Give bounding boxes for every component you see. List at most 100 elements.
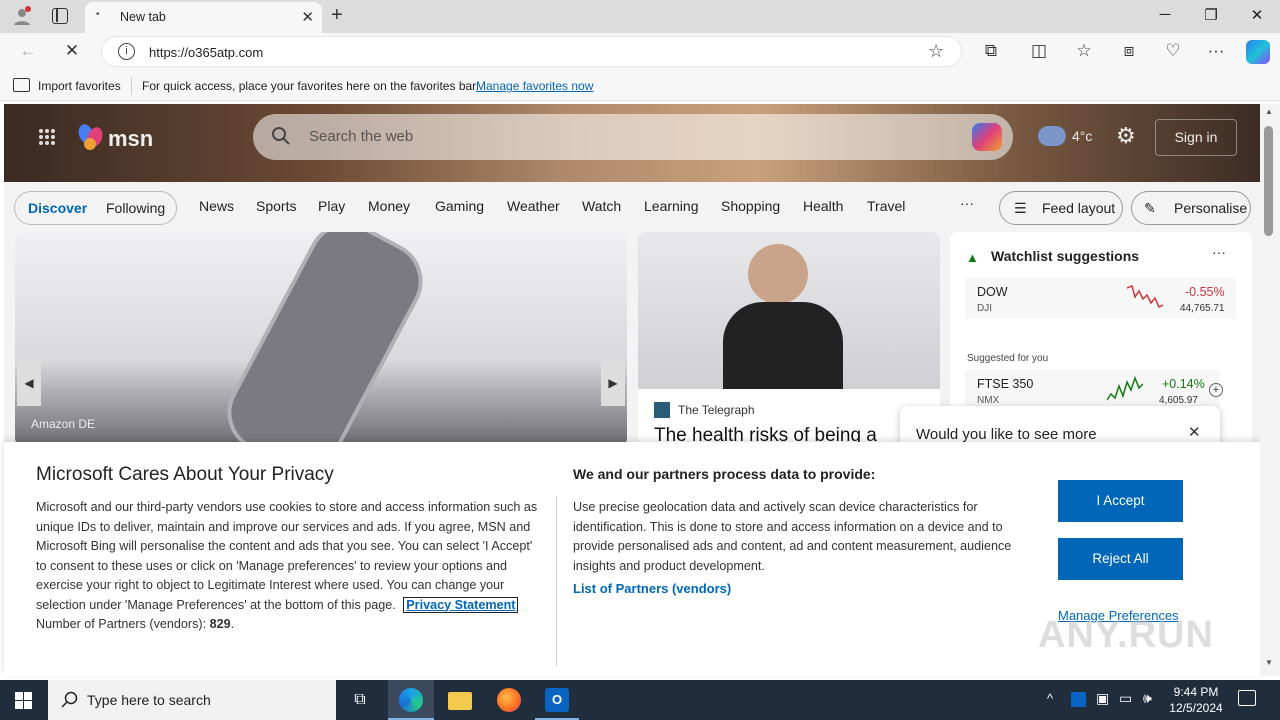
watermark-logo: ANY.RUN bbox=[1038, 614, 1214, 656]
nav-gaming[interactable]: Gaming bbox=[435, 198, 484, 214]
copilot-search-icon[interactable] bbox=[972, 123, 1002, 151]
tab-close-icon[interactable]: ✕ bbox=[301, 8, 314, 26]
new-tab-button[interactable]: + bbox=[331, 4, 343, 27]
nav-news[interactable]: News bbox=[199, 198, 234, 214]
temperature[interactable]: 4°c bbox=[1072, 128, 1092, 144]
collections-icon[interactable]: ⧈ bbox=[1116, 41, 1142, 61]
favorites-divider bbox=[131, 77, 132, 95]
carousel-prev-button[interactable]: ◀ bbox=[17, 360, 41, 406]
tab-discover[interactable]: Discover bbox=[28, 192, 87, 224]
carousel-next-button[interactable]: ▶ bbox=[601, 360, 625, 406]
nav-travel[interactable]: Travel bbox=[867, 198, 905, 214]
card-source: Amazon DE bbox=[31, 417, 96, 431]
scroll-down-icon[interactable]: ▼ bbox=[1265, 658, 1273, 667]
notifications-icon[interactable] bbox=[1238, 690, 1256, 706]
stocks-icon: ▲ bbox=[966, 250, 979, 265]
edge-taskbar-active[interactable] bbox=[388, 680, 434, 720]
import-favorites-icon[interactable] bbox=[13, 78, 30, 92]
article-source: The Telegraph bbox=[678, 403, 755, 417]
tab-new-tab[interactable]: • New tab ✕ bbox=[85, 2, 322, 33]
copilot-icon[interactable] bbox=[1246, 40, 1270, 64]
sign-in-button[interactable]: Sign in bbox=[1155, 119, 1237, 156]
split-screen-icon[interactable]: ◫ bbox=[1026, 41, 1052, 61]
stock-row-ftse[interactable]: FTSE 350 NMX +0.14% 4,605.97 bbox=[965, 370, 1220, 410]
article-image bbox=[638, 232, 940, 389]
tab-title: New tab bbox=[120, 10, 166, 24]
accept-button[interactable]: I Accept bbox=[1058, 480, 1183, 522]
outlook-icon: O bbox=[545, 688, 569, 712]
tray-overflow-icon[interactable]: ^ bbox=[1047, 691, 1053, 706]
settings-gear-icon[interactable]: ⚙ bbox=[1116, 123, 1136, 149]
file-explorer-icon[interactable] bbox=[448, 692, 472, 710]
browser-essentials-icon[interactable]: ♡ bbox=[1160, 41, 1186, 61]
privacy-divider bbox=[556, 496, 557, 666]
privacy-description: Microsoft and our third-party vendors us… bbox=[36, 500, 538, 631]
news-card-telegraph[interactable]: The Telegraph The health risks of being … bbox=[638, 232, 940, 446]
favorites-icon[interactable]: ☆ bbox=[1071, 41, 1097, 61]
popup-text: Would you like to see more bbox=[916, 426, 1097, 443]
suggested-label: Suggested for you bbox=[967, 353, 1049, 364]
list-partners-link[interactable]: List of Partners (vendors) bbox=[573, 581, 731, 596]
scroll-up-icon[interactable]: ▲ bbox=[1265, 107, 1273, 116]
nav-play[interactable]: Play bbox=[318, 198, 345, 214]
nav-watch[interactable]: Watch bbox=[582, 198, 621, 214]
tab-actions-icon[interactable] bbox=[52, 8, 68, 24]
nav-shopping[interactable]: Shopping bbox=[721, 198, 780, 214]
minimize-button[interactable]: ─ bbox=[1150, 6, 1180, 23]
back-icon[interactable]: ← bbox=[15, 41, 41, 61]
taskbar-search-box[interactable]: Type here to search bbox=[48, 680, 336, 720]
watchlist-more-icon[interactable]: ··· bbox=[1212, 244, 1226, 260]
tab-following[interactable]: Following bbox=[106, 192, 165, 224]
start-windows-icon[interactable] bbox=[15, 692, 32, 709]
close-window-button[interactable]: ✕ bbox=[1242, 6, 1272, 24]
web-search-bar[interactable]: Search the web bbox=[253, 114, 1013, 160]
scroll-thumb[interactable] bbox=[1264, 126, 1273, 236]
restore-button[interactable]: ❐ bbox=[1196, 6, 1226, 24]
favorite-star-icon[interactable]: ☆ bbox=[928, 41, 944, 62]
msn-nav-row: Discover Following News Sports Play Mone… bbox=[4, 186, 1260, 230]
privacy-statement-link[interactable]: Privacy Statement bbox=[403, 596, 519, 613]
clock-date: 12/5/2024 bbox=[1169, 701, 1223, 715]
tray-device-icon[interactable]: ▣ bbox=[1096, 690, 1109, 707]
reject-all-button[interactable]: Reject All bbox=[1058, 538, 1183, 580]
windows-taskbar: Type here to search ⧉ O ^ ▣ ▭ 🕪 9:44 PM … bbox=[0, 680, 1280, 720]
popup-close-icon[interactable]: ✕ bbox=[1188, 423, 1201, 441]
tray-outlook-icon[interactable] bbox=[1071, 692, 1086, 707]
nav-more-icon[interactable]: ··· bbox=[960, 195, 974, 211]
extensions-icon[interactable]: ⧉ bbox=[978, 41, 1004, 61]
task-view-icon[interactable]: ⧉ bbox=[348, 688, 372, 712]
weather-cloud-icon[interactable] bbox=[1038, 126, 1066, 146]
feed-layout-button[interactable]: ☰ Feed layout bbox=[999, 191, 1123, 225]
import-favorites-button[interactable]: Import favorites bbox=[38, 79, 121, 93]
search-input[interactable]: Search the web bbox=[309, 128, 413, 145]
featured-card-carousel[interactable]: ◀ ▶ Amazon DE bbox=[15, 232, 627, 446]
nav-weather[interactable]: Weather bbox=[507, 198, 560, 214]
manage-favorites-link[interactable]: Manage favorites now bbox=[476, 79, 593, 93]
sliders-icon: ☰ bbox=[1014, 200, 1027, 216]
personalise-button[interactable]: ✎ Personalise bbox=[1131, 191, 1251, 225]
outlook-taskbar-item[interactable]: O bbox=[535, 680, 579, 720]
address-bar[interactable]: i https://o365atp.com ☆ bbox=[101, 36, 962, 67]
settings-more-icon[interactable]: ··· bbox=[1203, 41, 1229, 61]
volume-icon[interactable]: 🕪 bbox=[1143, 690, 1152, 707]
add-stock-icon[interactable]: + bbox=[1209, 383, 1223, 397]
nav-money[interactable]: Money bbox=[368, 198, 410, 214]
stop-loading-icon[interactable]: ✕ bbox=[59, 41, 85, 61]
nav-learning[interactable]: Learning bbox=[644, 198, 699, 214]
taskbar-search-input[interactable]: Type here to search bbox=[87, 692, 211, 708]
system-clock[interactable]: 9:44 PM 12/5/2024 bbox=[1166, 684, 1226, 716]
stock-sub: NMX bbox=[977, 395, 1000, 406]
url-text[interactable]: https://o365atp.com bbox=[149, 45, 263, 60]
page-scrollbar[interactable]: ▲ ▼ bbox=[1260, 104, 1280, 676]
nav-health[interactable]: Health bbox=[803, 198, 843, 214]
apps-grid-icon[interactable] bbox=[38, 128, 56, 146]
network-icon[interactable]: ▭ bbox=[1119, 690, 1132, 707]
nav-sports[interactable]: Sports bbox=[256, 198, 296, 214]
process-data-title: We and our partners process data to prov… bbox=[573, 466, 876, 482]
firefox-icon[interactable] bbox=[497, 688, 521, 712]
profile-icon[interactable] bbox=[12, 6, 32, 26]
stock-row-dow[interactable]: DOW DJI -0.55% 44,765.71 bbox=[965, 277, 1236, 319]
site-info-icon[interactable]: i bbox=[118, 43, 135, 60]
privacy-left-text: Microsoft and our third-party vendors us… bbox=[36, 500, 538, 612]
personalise-label: Personalise bbox=[1174, 200, 1248, 216]
